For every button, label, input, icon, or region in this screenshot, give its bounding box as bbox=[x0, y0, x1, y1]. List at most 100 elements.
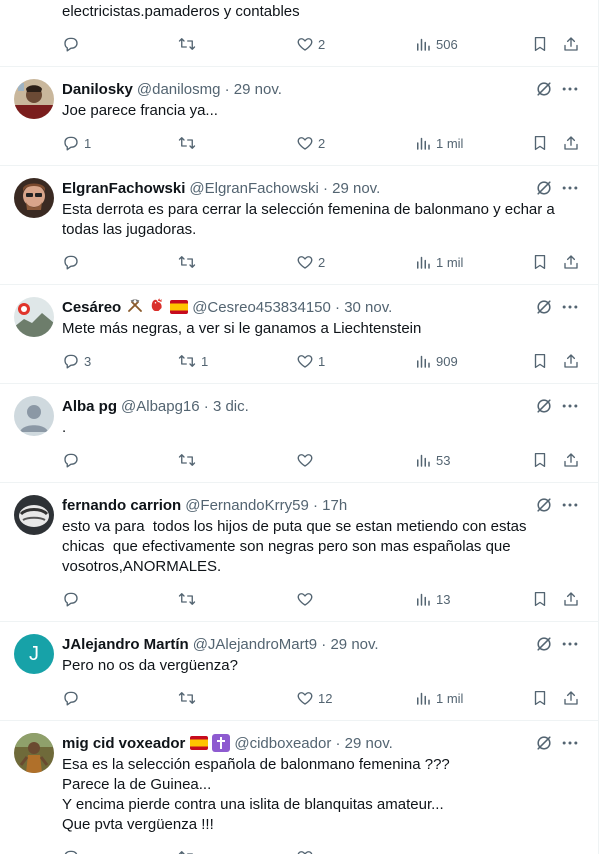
spain-flag-icon bbox=[190, 736, 209, 750]
retweet-button[interactable] bbox=[177, 252, 201, 272]
spain-flag-icon bbox=[170, 300, 189, 314]
more-icon[interactable] bbox=[560, 634, 580, 654]
share-icon bbox=[562, 352, 580, 370]
bookmark-button[interactable] bbox=[531, 688, 549, 708]
grok-icon[interactable] bbox=[534, 178, 554, 198]
retweet-button[interactable] bbox=[177, 450, 201, 470]
tweet-item[interactable]: Alba pg @Albapg16 · 3 dic. . 53 bbox=[0, 384, 598, 483]
share-button[interactable] bbox=[562, 450, 580, 470]
display-name[interactable]: mig cid voxeador bbox=[62, 735, 185, 752]
bookmark-button[interactable] bbox=[531, 351, 549, 371]
share-button[interactable] bbox=[562, 252, 580, 272]
tweet-text: Pero no os da vergüenza? bbox=[62, 657, 238, 674]
avatar[interactable] bbox=[14, 733, 54, 773]
like-button[interactable] bbox=[296, 847, 314, 854]
retweet-button[interactable] bbox=[177, 34, 201, 54]
like-button[interactable]: 1 bbox=[296, 351, 325, 371]
handle-and-date[interactable]: @FernandoKrry59 · 17h bbox=[185, 497, 347, 514]
like-button[interactable]: 2 bbox=[296, 252, 325, 272]
grok-icon[interactable] bbox=[534, 297, 554, 317]
analytics-icon bbox=[414, 35, 432, 53]
bookmark-button[interactable] bbox=[531, 252, 549, 272]
views-button[interactable]: 506 bbox=[414, 34, 458, 54]
display-name[interactable]: ElgranFachowski bbox=[62, 180, 185, 197]
reply-button[interactable] bbox=[62, 589, 84, 609]
tweet-item[interactable]: ElgranFachowski @ElgranFachowski · 29 no… bbox=[0, 166, 598, 285]
bookmark-button[interactable] bbox=[531, 450, 549, 470]
views-button[interactable]: 909 bbox=[414, 351, 458, 371]
bookmark-button[interactable] bbox=[531, 589, 549, 609]
reply-button[interactable]: 3 bbox=[62, 351, 91, 371]
bookmark-icon bbox=[531, 35, 549, 53]
tweet-actions: 12 1 mil bbox=[0, 688, 598, 708]
bookmark-button[interactable] bbox=[531, 34, 549, 54]
like-button[interactable] bbox=[296, 450, 318, 470]
avatar[interactable] bbox=[14, 396, 54, 436]
like-button[interactable]: 2 bbox=[296, 133, 325, 153]
avatar[interactable]: J bbox=[14, 634, 54, 674]
retweet-button[interactable] bbox=[177, 133, 201, 153]
reply-button[interactable] bbox=[62, 450, 84, 470]
more-icon[interactable] bbox=[560, 79, 580, 99]
reply-button[interactable] bbox=[62, 688, 84, 708]
views-button[interactable]: 1 mil bbox=[414, 688, 463, 708]
display-name[interactable]: fernando carrion bbox=[62, 497, 181, 514]
more-icon[interactable] bbox=[560, 733, 580, 753]
tweet-item[interactable]: Danilosky @danilosmg · 29 nov. Joe parec… bbox=[0, 67, 598, 166]
name-emojis bbox=[190, 734, 231, 752]
like-button[interactable]: 12 bbox=[296, 688, 332, 708]
tweet-item[interactable]: mig cid voxeador @cidboxeador · 29 nov. … bbox=[0, 721, 598, 854]
tweet-item[interactable]: Cesáreo @Cesreo453834150 · 30 nov. Mete … bbox=[0, 285, 598, 384]
tweet-item[interactable]: fernando carrion @FernandoKrry59 · 17h e… bbox=[0, 483, 598, 622]
avatar[interactable] bbox=[14, 178, 54, 218]
handle-and-date[interactable]: @cidboxeador · 29 nov. bbox=[234, 735, 392, 752]
like-button[interactable] bbox=[296, 589, 318, 609]
share-button[interactable] bbox=[562, 351, 580, 371]
reply-button[interactable]: 1 bbox=[62, 133, 91, 153]
views-button[interactable]: 53 bbox=[414, 450, 450, 470]
reply-button[interactable] bbox=[62, 252, 84, 272]
more-icon[interactable] bbox=[560, 297, 580, 317]
analytics-icon bbox=[414, 253, 432, 271]
tweet-item[interactable]: J JAlejandro Martín @JAlejandroMart9 · 2… bbox=[0, 622, 598, 721]
views-button[interactable]: 1 mil bbox=[414, 133, 463, 153]
handle-and-date[interactable]: @ElgranFachowski · 29 nov. bbox=[189, 180, 380, 197]
retweet-button[interactable] bbox=[177, 688, 201, 708]
more-icon[interactable] bbox=[560, 396, 580, 416]
share-button[interactable] bbox=[562, 34, 580, 54]
handle-and-date[interactable]: @JAlejandroMart9 · 29 nov. bbox=[193, 636, 379, 653]
grok-icon[interactable] bbox=[534, 733, 554, 753]
avatar[interactable] bbox=[14, 495, 54, 535]
tweet-text: esto va para todos los hijos de puta que… bbox=[62, 518, 527, 575]
display-name[interactable]: Cesáreo bbox=[62, 299, 121, 316]
retweet-button[interactable] bbox=[177, 847, 197, 854]
more-icon[interactable] bbox=[560, 178, 580, 198]
grok-icon[interactable] bbox=[534, 495, 554, 515]
views-button[interactable]: 1 mil bbox=[414, 252, 463, 272]
reply-button[interactable] bbox=[62, 847, 80, 854]
reply-button[interactable] bbox=[62, 34, 84, 54]
display-name[interactable]: Danilosky bbox=[62, 81, 133, 98]
bookmark-button[interactable] bbox=[531, 133, 549, 153]
grok-icon[interactable] bbox=[534, 79, 554, 99]
views-button[interactable]: 13 bbox=[414, 589, 450, 609]
grok-icon[interactable] bbox=[534, 396, 554, 416]
more-icon[interactable] bbox=[560, 495, 580, 515]
retweet-button[interactable] bbox=[177, 589, 201, 609]
tweet-item[interactable]: electricistas.pamaderos y contables 2 50… bbox=[0, 0, 598, 67]
like-button[interactable]: 2 bbox=[296, 34, 325, 54]
handle-and-date[interactable]: @danilosmg · 29 nov. bbox=[137, 81, 282, 98]
handle-and-date[interactable]: @Albapg16 · 3 dic. bbox=[121, 398, 249, 415]
share-button[interactable] bbox=[562, 589, 580, 609]
display-name[interactable]: Alba pg bbox=[62, 398, 117, 415]
share-button[interactable] bbox=[562, 688, 580, 708]
share-button[interactable] bbox=[562, 133, 580, 153]
display-name[interactable]: JAlejandro Martín bbox=[62, 636, 189, 653]
retweet-icon bbox=[177, 848, 197, 854]
grok-icon[interactable] bbox=[534, 634, 554, 654]
avatar[interactable] bbox=[14, 79, 54, 119]
avatar[interactable] bbox=[14, 297, 54, 337]
handle-and-date[interactable]: @Cesreo453834150 · 30 nov. bbox=[192, 299, 392, 316]
bookmark-icon bbox=[531, 134, 549, 152]
retweet-button[interactable]: 1 bbox=[177, 351, 208, 371]
